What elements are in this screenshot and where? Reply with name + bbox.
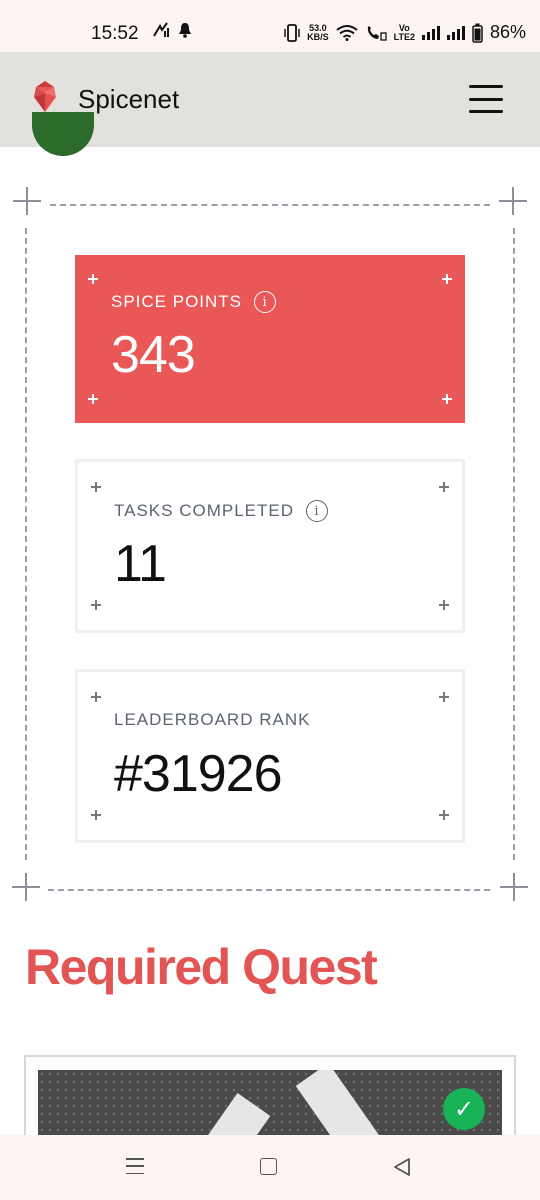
screen: 15:52 53.0 KB/S Vo LTE2 86% Spicenet SPI… — [0, 0, 540, 1200]
section-title: Required Quest — [25, 939, 378, 995]
leaderboard-rank-card: LEADERBOARD RANK #31926 — [75, 669, 465, 843]
frame-border-top — [50, 204, 490, 206]
recent-apps-icon[interactable] — [126, 1158, 144, 1174]
network-speed: 53.0 KB/S — [307, 23, 329, 42]
card-corner-plus-icon — [439, 692, 449, 702]
avatar — [32, 112, 94, 156]
menu-line — [469, 110, 503, 113]
frame-border-left — [25, 228, 27, 860]
status-right-icons: 53.0 KB/S Vo LTE2 86% — [284, 22, 526, 43]
back-icon[interactable] — [393, 1157, 411, 1177]
spice-points-label-row: SPICE POINTS i — [111, 291, 277, 313]
tasks-completed-label: TASKS COMPLETED — [114, 501, 294, 520]
leaderboard-rank-label: LEADERBOARD RANK — [114, 710, 311, 729]
nav-line — [126, 1158, 144, 1160]
spice-points-card: SPICE POINTS i 343 — [75, 255, 465, 423]
network-speed-unit: KB/S — [307, 31, 329, 42]
card-corner-plus-icon — [91, 692, 101, 702]
frame-border-bottom — [48, 889, 490, 891]
home-icon[interactable] — [260, 1158, 277, 1175]
card-corner-plus-icon — [442, 274, 452, 284]
quest-card[interactable] — [24, 1055, 516, 1150]
status-left-icons — [152, 22, 192, 38]
tasks-completed-value: 11 — [114, 535, 167, 593]
card-corner-plus-icon — [439, 810, 449, 820]
spice-points-label: SPICE POINTS — [111, 292, 243, 311]
status-time: 15:52 — [91, 23, 139, 44]
hamburger-menu-icon[interactable] — [469, 85, 503, 113]
frame-corner-plus-icon — [500, 873, 528, 901]
wifi-calling-icon — [367, 25, 387, 41]
signal-strength-icon — [421, 25, 440, 40]
frame-corner-plus-icon — [499, 187, 527, 215]
card-corner-plus-icon — [91, 600, 101, 610]
data-signal-icon — [153, 22, 169, 37]
frame-corner-plus-icon — [12, 873, 40, 901]
card-corner-plus-icon — [91, 810, 101, 820]
notification-bell-icon — [179, 23, 191, 38]
wifi-icon — [336, 24, 358, 41]
signal-strength-2-icon — [446, 25, 465, 40]
menu-line — [469, 97, 503, 101]
battery-percent: 86% — [489, 22, 526, 42]
vibrate-icon — [284, 23, 300, 42]
system-nav-bar — [0, 1135, 540, 1200]
tasks-completed-label-row: TASKS COMPLETED i — [114, 500, 328, 522]
leaderboard-rank-label-row: LEADERBOARD RANK — [114, 710, 310, 730]
volte-badge: Vo LTE2 — [393, 23, 415, 42]
spicenet-logo-icon[interactable] — [32, 79, 58, 113]
nav-line — [126, 1165, 144, 1167]
tasks-completed-card: TASKS COMPLETED i 11 — [75, 459, 465, 633]
app-brand-name[interactable]: Spicenet — [78, 84, 179, 115]
nav-line — [126, 1172, 144, 1174]
battery-icon — [472, 23, 483, 43]
info-icon[interactable]: i — [306, 500, 328, 522]
card-corner-plus-icon — [91, 482, 101, 492]
frame-corner-plus-icon — [13, 187, 41, 215]
card-corner-plus-icon — [439, 600, 449, 610]
card-corner-plus-icon — [88, 394, 98, 404]
volte-bottom: LTE2 — [393, 31, 415, 42]
spice-points-value: 343 — [111, 326, 196, 384]
status-bar: 15:52 53.0 KB/S Vo LTE2 86% — [0, 0, 540, 52]
frame-border-right — [513, 228, 515, 860]
info-icon[interactable]: i — [254, 291, 277, 313]
card-corner-plus-icon — [442, 394, 452, 404]
menu-line — [469, 85, 503, 88]
card-corner-plus-icon — [439, 482, 449, 492]
card-corner-plus-icon — [88, 274, 98, 284]
leaderboard-rank-value: #31926 — [114, 745, 283, 803]
checkmark-icon: ✓ — [443, 1088, 485, 1130]
